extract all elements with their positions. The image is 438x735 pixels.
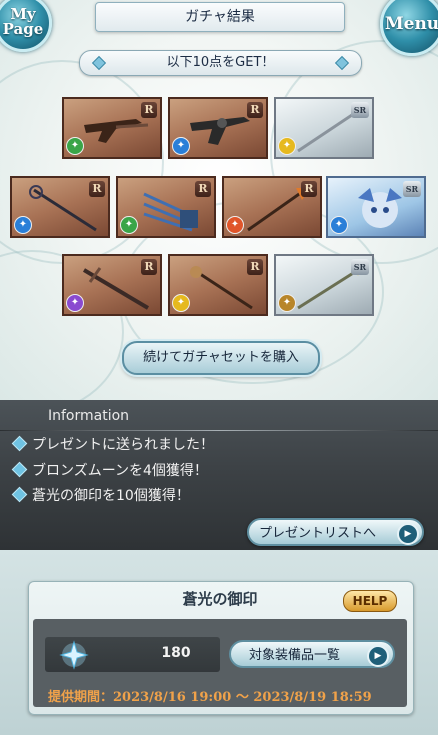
wind-element-icon: ✦	[66, 137, 84, 155]
seal-count: 180	[161, 645, 191, 661]
light-element-icon: ✦	[278, 137, 296, 155]
dark-element-icon: ✦	[66, 294, 84, 312]
item-card-9[interactable]: R ✦	[168, 254, 268, 316]
menu-label: Menu	[384, 14, 438, 34]
water-element-icon: ✦	[330, 216, 348, 234]
info-text-3: 蒼光の御印を10個獲得！	[32, 488, 190, 504]
result-banner: 以下10点をGET！	[79, 50, 362, 76]
diamond-bullet-icon	[11, 461, 28, 478]
light-element-icon: ✦	[172, 294, 190, 312]
buy-gacha-set-button[interactable]: 続けてガチャセットを購入	[122, 341, 320, 375]
rarity-badge: R	[141, 259, 157, 275]
item-card-2[interactable]: R ✦	[168, 97, 268, 159]
rarity-badge: R	[301, 181, 317, 197]
item-card-10[interactable]: SR ✦	[274, 254, 374, 316]
target-equipment-list-label: 対象装備品一覧	[249, 648, 341, 663]
rarity-badge: SR	[351, 259, 369, 275]
rarity-badge: R	[247, 102, 263, 118]
page-title: ガチャ結果	[185, 9, 255, 25]
info-row-1: プレゼントに送られました！	[11, 434, 214, 456]
info-row-2: ブロンズムーンを4個獲得！	[11, 460, 208, 482]
earth-element-icon: ✦	[278, 294, 296, 312]
buy-gacha-set-label: 続けてガチャセットを購入	[143, 350, 299, 365]
item-card-7[interactable]: SR ✦	[326, 176, 426, 238]
present-list-button[interactable]: プレゼントリストへ ▶	[247, 518, 424, 546]
arrow-right-icon: ▶	[367, 645, 389, 667]
header-title-bar: ガチャ結果	[95, 2, 345, 32]
rarity-badge: R	[89, 181, 105, 197]
item-card-3[interactable]: SR ✦	[274, 97, 374, 159]
information-title: Information	[48, 408, 130, 424]
arrow-right-icon: ▶	[397, 523, 419, 545]
wind-element-icon: ✦	[120, 216, 138, 234]
present-list-label: プレゼントリストへ	[259, 526, 377, 541]
information-divider	[0, 430, 438, 431]
rarity-badge: R	[195, 181, 211, 197]
info-row-3: 蒼光の御印を10個獲得！	[11, 485, 190, 507]
diamond-bullet-icon	[11, 435, 28, 452]
info-text-2: ブロンズムーンを4個獲得！	[32, 463, 208, 479]
diamond-right-icon	[334, 55, 350, 71]
item-card-4[interactable]: R ✦	[10, 176, 110, 238]
rarity-badge: R	[141, 102, 157, 118]
item-card-6[interactable]: R ✦	[222, 176, 322, 238]
info-text-1: プレゼントに送られました！	[32, 437, 214, 453]
item-card-8[interactable]: R ✦	[62, 254, 162, 316]
rarity-badge: SR	[403, 181, 421, 197]
item-card-5[interactable]: R ✦	[116, 176, 216, 238]
mypage-label: My Page	[2, 5, 44, 38]
seal-crystal-icon	[59, 640, 89, 670]
diamond-left-icon	[91, 55, 107, 71]
item-card-1[interactable]: R ✦	[62, 97, 162, 159]
rarity-badge: R	[247, 259, 263, 275]
target-equipment-list-button[interactable]: 対象装備品一覧 ▶	[229, 640, 395, 668]
result-banner-text: 以下10点をGET！	[166, 55, 275, 70]
diamond-bullet-icon	[11, 486, 28, 503]
help-button[interactable]: HELP	[343, 590, 397, 612]
water-element-icon: ✦	[172, 137, 190, 155]
water-element-icon: ✦	[14, 216, 32, 234]
rarity-badge: SR	[351, 102, 369, 118]
availability-period: 提供期間：2023/8/16 19:00 ～ 2023/8/19 18:59	[48, 690, 372, 705]
fire-element-icon: ✦	[226, 216, 244, 234]
